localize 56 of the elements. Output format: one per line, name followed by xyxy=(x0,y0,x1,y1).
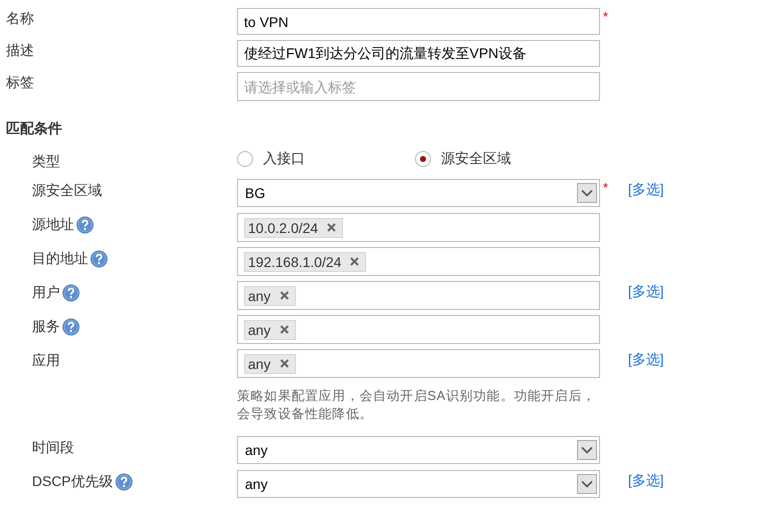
dropdown-button[interactable] xyxy=(577,183,597,203)
tag-chip: any xyxy=(244,354,296,374)
field-label: DSCP优先级 xyxy=(32,473,113,491)
tag-input-field[interactable]: 192.168.1.0/24 xyxy=(237,247,600,276)
field-label: 名称 xyxy=(6,10,34,28)
dropdown-field[interactable]: BG xyxy=(237,179,600,207)
field-label: 标签 xyxy=(6,74,34,92)
dropdown-field[interactable]: any xyxy=(237,436,600,464)
chevron-down-icon xyxy=(581,189,593,197)
help-icon[interactable] xyxy=(76,216,94,234)
remove-icon[interactable] xyxy=(280,359,289,368)
remove-icon[interactable] xyxy=(350,257,360,266)
field-label: 应用 xyxy=(32,352,60,370)
field-label: 时间段 xyxy=(32,439,74,457)
radio-button[interactable] xyxy=(237,151,253,167)
help-icon[interactable] xyxy=(90,250,108,268)
multi-select-link[interactable]: [多选] xyxy=(628,281,664,301)
field-label: 源地址 xyxy=(32,216,74,234)
text-field[interactable]: 使经过FW1到达分公司的流量转发至VPN设备 xyxy=(237,40,600,67)
help-icon[interactable] xyxy=(62,318,80,336)
field-label: 用户 xyxy=(32,284,60,302)
multi-select-link[interactable]: [多选] xyxy=(628,349,664,369)
tag-input-field[interactable]: 10.0.2.0/24 xyxy=(237,213,600,242)
field-label: 描述 xyxy=(6,42,34,60)
field-label: 目的地址 xyxy=(32,250,88,268)
required-mark: * xyxy=(603,9,608,24)
multi-select-link[interactable]: [多选] xyxy=(628,179,664,199)
field-label: 源安全区域 xyxy=(32,182,102,200)
radio-option[interactable]: 入接口 xyxy=(237,150,415,168)
chevron-down-icon xyxy=(581,480,593,488)
text-field[interactable]: 请选择或输入标签 xyxy=(237,72,600,101)
remove-icon[interactable] xyxy=(327,223,336,232)
help-icon[interactable] xyxy=(114,473,133,491)
radio-option[interactable]: 源安全区域 xyxy=(415,150,593,168)
tag-chip: 10.0.2.0/24 xyxy=(244,218,344,238)
remove-icon[interactable] xyxy=(280,291,289,300)
hint-text: 策略如果配置应用，会自动开启SA识别功能。功能开启后，会导致设备性能降低。 xyxy=(237,387,597,423)
chevron-down-icon xyxy=(581,446,593,454)
dropdown-button[interactable] xyxy=(577,440,597,460)
tag-chip: any xyxy=(244,286,296,306)
tag-chip: any xyxy=(244,320,296,340)
dropdown-field[interactable]: any xyxy=(237,470,600,498)
help-icon[interactable] xyxy=(62,284,80,302)
tag-input-field[interactable]: any xyxy=(237,315,600,344)
tag-input-field[interactable]: any xyxy=(237,349,600,378)
field-label: 服务 xyxy=(32,318,60,336)
dropdown-button[interactable] xyxy=(577,474,597,494)
remove-icon[interactable] xyxy=(280,325,289,334)
tag-input-field[interactable]: any xyxy=(237,281,600,310)
text-field[interactable]: to VPN xyxy=(237,8,600,35)
tag-chip: 192.168.1.0/24 xyxy=(244,252,366,272)
section-title: 匹配条件 xyxy=(5,120,63,138)
required-mark: * xyxy=(603,180,608,195)
multi-select-link[interactable]: [多选] xyxy=(628,470,664,490)
radio-button[interactable] xyxy=(415,151,431,167)
field-label: 类型 xyxy=(32,153,60,171)
